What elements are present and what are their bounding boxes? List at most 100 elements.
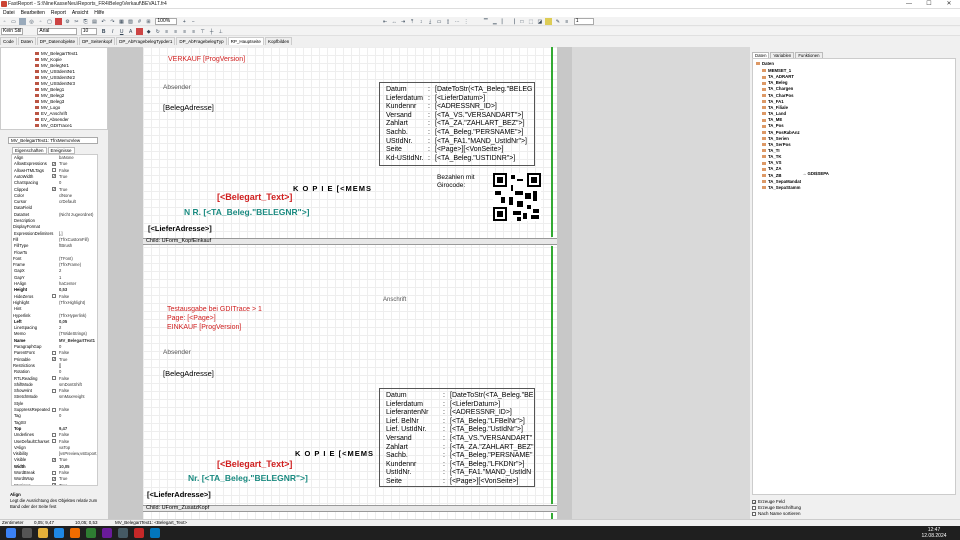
tree-item[interactable]: MV_UStIdentNr3 [35, 81, 75, 86]
align-bottom-icon[interactable]: ⤓ [427, 18, 434, 25]
property-row[interactable]: ✓ Clipped True [12, 187, 97, 192]
property-row[interactable]: Highlight (TfrxHighlight) [12, 300, 97, 305]
property-row[interactable]: Hyperlink (TfrxHyperlink) [12, 313, 97, 318]
info-value[interactable]: [<TA_Beleg."LFBelNr">] [450, 418, 525, 426]
firefox-icon[interactable] [70, 528, 80, 538]
font-color-icon[interactable] [136, 28, 144, 35]
ungroup-icon[interactable]: ▧ [127, 18, 134, 25]
align-top-icon[interactable]: ⤒ [409, 18, 416, 25]
paste-icon[interactable]: ▤ [91, 18, 98, 25]
new-icon[interactable]: ▫ [1, 18, 8, 25]
absender-memo-lower[interactable]: Absender [163, 349, 191, 356]
align-middle-icon[interactable]: ↕ [418, 18, 425, 25]
property-row[interactable]: ParagraphGap 0 [12, 344, 97, 349]
data-tree-item[interactable]: TA_SepaMandat [762, 179, 801, 184]
property-value[interactable]: (Nicht zugeordnet) [59, 212, 93, 217]
girocode-qr[interactable] [493, 173, 541, 221]
data-tree-item[interactable]: TA_CharPos [762, 93, 793, 98]
checkbox-icon[interactable]: ✓ [752, 499, 756, 504]
space-horz-icon[interactable]: ⋯ [454, 18, 461, 25]
text-align-center-icon[interactable]: ≡ [172, 28, 179, 35]
data-tree-item[interactable]: TA_SepaStamm [762, 185, 800, 190]
space-vert-icon[interactable]: ⋮ [463, 18, 470, 25]
info-label[interactable]: Sachb. [386, 129, 408, 137]
frame-bottom-icon[interactable]: ▁ [491, 18, 498, 25]
explorer-icon[interactable] [38, 528, 48, 538]
band-header-zusatzkopf[interactable]: Child: UForm_ZusatzKopf [143, 505, 557, 512]
checkbox-icon[interactable] [52, 168, 56, 173]
fastreport-icon[interactable] [134, 528, 144, 538]
info-value[interactable]: [<ADRESSNR_ID>] [450, 409, 512, 417]
open-icon[interactable]: ▭ [10, 18, 17, 25]
checkbox-icon[interactable]: ✓ [52, 476, 56, 481]
info-label[interactable]: LieferantenNr [386, 409, 428, 417]
checkbox-icon[interactable] [52, 439, 56, 443]
fill-color-icon[interactable] [545, 18, 553, 25]
property-row[interactable]: StretchMode smMaxHeight [12, 394, 97, 399]
info-value[interactable]: [<TA_VS."VERSANDART">] [435, 112, 523, 120]
preview-icon[interactable]: ◎ [28, 18, 35, 25]
property-value[interactable]: (TWideStrings) [59, 331, 87, 336]
zoom-in-icon[interactable]: + [181, 18, 188, 25]
property-row[interactable]: ShowHint False [12, 388, 97, 393]
property-row[interactable]: HAlign haCenter [12, 281, 97, 286]
tab-eigenschaften[interactable]: Eigenschaften [12, 147, 47, 154]
property-row[interactable]: DataSet (Nicht zugeordnet) [12, 212, 97, 217]
pagenum-memo[interactable]: Page: [<Page>] [167, 315, 216, 322]
verkauf-memo[interactable]: VERKAUF [ProgVersion] [168, 56, 245, 63]
info-value[interactable]: [<TA_Beleg."PERSNAME">] [435, 129, 524, 137]
property-value[interactable]: 2 [59, 268, 61, 273]
close-button[interactable]: ✕ [940, 0, 958, 9]
app-icon-gray[interactable] [118, 528, 128, 538]
same-width-icon[interactable]: ▭ [436, 18, 443, 25]
tab-daten[interactable]: Daten [17, 37, 36, 45]
property-value[interactable]: False [59, 294, 69, 299]
checkbox-icon[interactable]: ✓ [52, 187, 56, 191]
info-value[interactable]: [<TA_Beleg."USTIDNR">] [435, 155, 515, 163]
anschrift-memo[interactable]: Anschrift [383, 297, 406, 303]
bold-icon[interactable]: B [100, 28, 107, 35]
property-row[interactable]: Style [12, 401, 97, 406]
property-value[interactable]: 2 [59, 325, 61, 330]
info-label[interactable]: Seite [386, 478, 402, 486]
frame-left-icon[interactable]: ▏ [500, 18, 507, 25]
data-tree-item[interactable]: TA_Pos [762, 123, 784, 128]
property-row[interactable]: Restrictions [] [12, 363, 97, 368]
align-center-icon[interactable]: ↔ [391, 18, 398, 25]
checkbox-icon[interactable] [52, 407, 56, 412]
info-label[interactable]: Sachb. [386, 452, 408, 460]
data-tree-item[interactable]: TA_Filiale [762, 105, 788, 110]
opt-erzeuge-feld[interactable]: ✓ Erzeuge Feld [752, 499, 785, 504]
property-value[interactable]: (TfrxCustomFill) [59, 237, 89, 242]
property-value[interactable]: 0,53 [59, 287, 67, 292]
tab-dp-abfragebelegtyp[interactable]: DP_AbFragebelegTyp [176, 37, 227, 45]
absender-memo[interactable]: Absender [163, 84, 191, 91]
data-root[interactable]: Daten [756, 61, 774, 66]
property-row[interactable]: FlowTo [12, 250, 97, 255]
opt-erzeuge-beschriftung[interactable]: Erzeuge Beschriftung [752, 505, 801, 510]
property-value[interactable]: True [59, 476, 67, 481]
property-value[interactable]: True [59, 483, 67, 485]
property-row[interactable]: ExpressionDelimiters [,] [12, 231, 97, 236]
property-row[interactable]: Name MV_BelegartText1 [12, 338, 97, 343]
trace-memo[interactable]: Testausgabe bei GDITrace > 1 [167, 306, 262, 313]
valign-middle-icon[interactable]: ┼ [208, 28, 215, 35]
info-value[interactable]: [<TA_Beleg."UstIdNr">] [450, 426, 523, 434]
property-value[interactable]: [vsPreview,vsExport, [59, 451, 97, 456]
property-row[interactable]: LineSpacing 2 [12, 325, 97, 330]
minimize-button[interactable]: — [900, 0, 918, 9]
app-icon-blue[interactable] [150, 528, 160, 538]
data-tree-item[interactable]: TA_Serien [762, 136, 789, 141]
info-value[interactable]: [<TA_Beleg."LFKDNr">] [450, 461, 524, 469]
frame-color-icon[interactable]: ✎ [554, 18, 561, 25]
menu-ansicht[interactable]: Ansicht [69, 9, 91, 17]
info-label[interactable]: Lieferdatum [386, 401, 423, 409]
tree-item[interactable]: MV_GDITrace1 [35, 123, 72, 128]
data-tree-item[interactable]: TA_Land [762, 111, 786, 116]
copy-icon[interactable]: ⎘ [82, 18, 89, 25]
property-row[interactable]: Color clNone [12, 193, 97, 198]
menu-bearbeiten[interactable]: Bearbeiten [18, 9, 48, 17]
align-left-icon[interactable]: ⇤ [382, 18, 389, 25]
text-align-right-icon[interactable]: ≡ [181, 28, 188, 35]
data-tree-item[interactable]: TA_TI [762, 148, 780, 153]
